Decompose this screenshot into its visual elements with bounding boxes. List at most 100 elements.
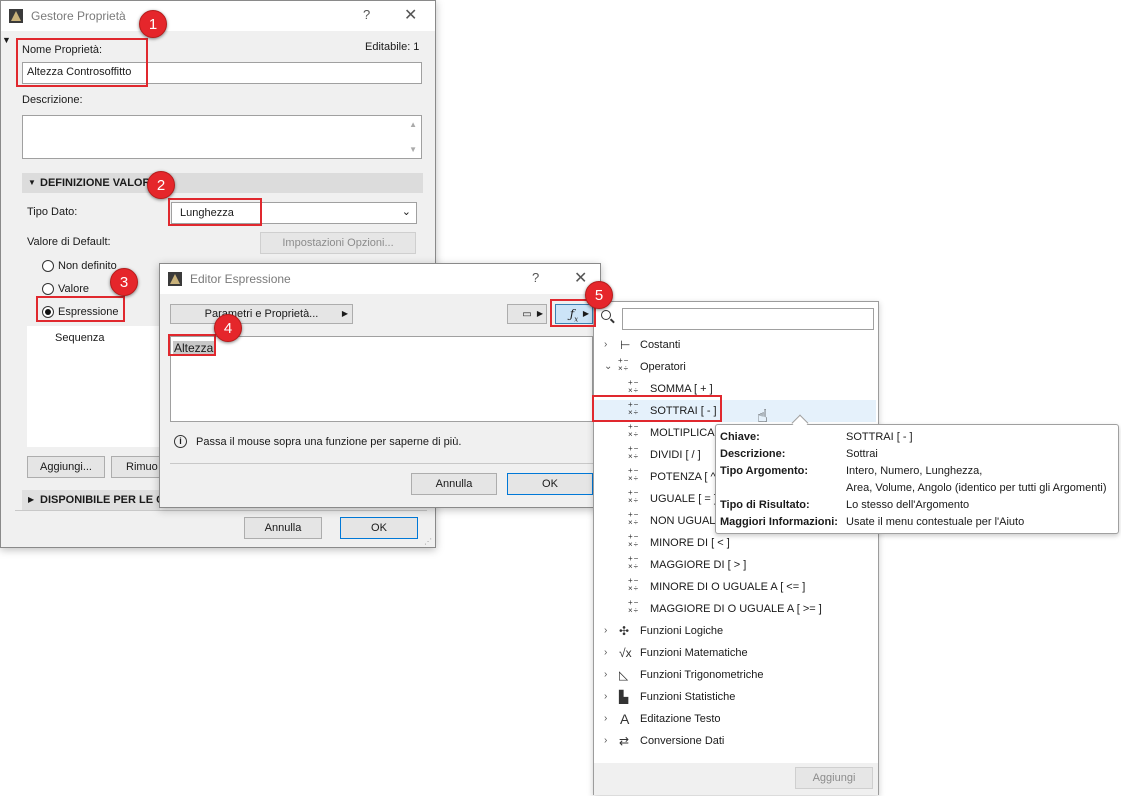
operator-item[interactable]: +− ×÷ MAGGIORE DI [ > ] xyxy=(594,554,876,576)
operator-label: POTENZA [ ^ xyxy=(650,471,716,483)
callout-box-3 xyxy=(36,296,125,322)
expand-triangle-icon: ▼ xyxy=(28,178,36,187)
operator-item[interactable]: +− ×÷ MINORE DI [ < ] xyxy=(594,532,876,554)
tooltip-key-label: Chiave: xyxy=(720,431,760,443)
callout-box-4 xyxy=(168,334,216,356)
expression-textarea[interactable]: Altezza xyxy=(170,336,593,422)
tree-group-math[interactable]: › √x Funzioni Matematiche xyxy=(594,642,876,664)
tooltip-more-value: Usate il menu contestuale per l'Aiuto xyxy=(846,516,1025,528)
chevron-right-icon: › xyxy=(604,713,608,724)
section-label: DEFINIZIONE VALORE xyxy=(40,177,158,189)
step-badge-4: 4 xyxy=(214,314,242,342)
remove-button[interactable]: Rimuo xyxy=(111,456,166,478)
radio-value-label: Valore xyxy=(58,283,89,295)
tree-group-text[interactable]: › A Editazione Testo xyxy=(594,708,876,730)
operator-icon: +− ×÷ xyxy=(628,510,640,527)
description-textarea[interactable]: ▲ ▼ xyxy=(22,115,422,159)
operator-icon: +− ×÷ xyxy=(628,598,640,615)
tree-group-label: Funzioni Logiche xyxy=(640,625,724,637)
operator-item[interactable]: +− ×÷ MINORE DI O UGUALE A [ <= ] xyxy=(594,576,876,598)
scroll-up-icon[interactable]: ▲ xyxy=(409,120,417,129)
tree-group-label: Conversione Dati xyxy=(640,735,725,747)
property-manager-titlebar: Gestore Proprietà ? ✕ xyxy=(1,1,435,31)
scroll-down-icon[interactable]: ▼ xyxy=(409,145,417,154)
add-function-button[interactable]: Aggiungi xyxy=(795,767,873,789)
data-type-label: Tipo Dato: xyxy=(27,206,78,218)
operator-label: DIVIDI [ / ] xyxy=(650,449,701,461)
triangle-right-icon: ▶ xyxy=(341,309,348,318)
operator-icon: +− ×÷ xyxy=(628,554,640,571)
tooltip-result-value: Lo stesso dell'Argomento xyxy=(846,499,970,511)
tooltip-more-label: Maggiori Informazioni: xyxy=(720,516,838,528)
operator-icon: +− ×÷ xyxy=(628,422,640,439)
callout-box-sottrai xyxy=(592,395,722,422)
chevron-right-icon: › xyxy=(604,647,608,658)
step-badge-3: 3 xyxy=(110,268,138,296)
section-value-definition[interactable]: ▼ DEFINIZIONE VALORE xyxy=(22,173,423,193)
tree-group-stats[interactable]: › ▙ Funzioni Statistiche xyxy=(594,686,876,708)
tooltip-desc-label: Descrizione: xyxy=(720,448,786,460)
close-icon[interactable]: ✕ xyxy=(404,5,417,25)
chevron-right-icon: › xyxy=(604,669,608,680)
square-root-icon: √x xyxy=(619,646,632,660)
radio-value[interactable] xyxy=(42,283,54,295)
triangle-ruler-icon: ◺ xyxy=(619,668,629,682)
callout-box-1 xyxy=(16,38,148,87)
list-item[interactable]: Sequenza xyxy=(55,332,105,344)
help-button[interactable]: ? xyxy=(532,270,539,285)
help-button[interactable]: ? xyxy=(363,7,370,22)
operator-label: MAGGIORE DI [ > ] xyxy=(650,559,747,571)
ruler-icon: ▭ xyxy=(522,309,532,320)
cancel-button[interactable]: Annulla xyxy=(411,473,497,495)
radio-undefined[interactable] xyxy=(42,260,54,272)
triangle-right-icon: ▶ xyxy=(536,309,543,318)
cancel-button[interactable]: Annulla xyxy=(244,517,322,539)
option-settings-button[interactable]: Impostazioni Opzioni... xyxy=(260,232,416,254)
chevron-right-icon: › xyxy=(604,691,608,702)
collapse-arrow-icon[interactable]: ▼ xyxy=(2,35,11,45)
tree-group-constants[interactable]: › ⊢ Costanti xyxy=(594,334,876,356)
tree-group-trig[interactable]: › ◺ Funzioni Trigonometriche xyxy=(594,664,876,686)
tree-group-conversion[interactable]: › ⇄ Conversione Dati xyxy=(594,730,876,752)
conversion-icon: ⇄ xyxy=(619,734,630,748)
window-title: Editor Espressione xyxy=(190,272,291,286)
collapsed-triangle-icon: ▶ xyxy=(28,495,35,504)
operator-label: MAGGIORE DI O UGUALE A [ >= ] xyxy=(650,603,822,615)
tree-group-label: Funzioni Matematiche xyxy=(640,647,748,659)
ok-button[interactable]: OK xyxy=(507,473,593,495)
expression-editor-window: Editor Espressione ? ✕ Parametri e Propr… xyxy=(159,263,601,508)
default-value-label: Valore di Default: xyxy=(27,236,111,248)
tree-group-operators[interactable]: ⌄ +− ×÷ Operatori xyxy=(594,356,876,378)
operator-icon: +− ×÷ xyxy=(628,576,640,593)
tree-group-label: Editazione Testo xyxy=(640,713,721,725)
expression-editor-titlebar: Editor Espressione ? ✕ xyxy=(160,264,600,294)
functions-panel: › ⊢ Costanti ⌄ +− ×÷ Operatori +− ×÷ SOMMA… xyxy=(593,301,879,795)
info-icon: i xyxy=(174,435,187,448)
parameters-properties-button[interactable]: Parametri e Proprietà... ▶ xyxy=(170,304,353,324)
close-icon[interactable]: ✕ xyxy=(574,268,587,288)
operator-label: NON UGUAL xyxy=(650,515,716,527)
units-button[interactable]: ▭ ▶ xyxy=(507,304,547,324)
archicad-icon xyxy=(9,9,23,23)
divider xyxy=(170,463,593,464)
description-label: Descrizione: xyxy=(22,94,83,106)
tooltip-arg-value-2: Area, Volume, Angolo (identico per tutti… xyxy=(846,482,1107,494)
tree-group-logical[interactable]: › ✣ Funzioni Logiche xyxy=(594,620,876,642)
operator-item[interactable]: +− ×÷ MAGGIORE DI O UGUALE A [ >= ] xyxy=(594,598,876,620)
radio-undefined-label: Non definito xyxy=(58,260,117,272)
add-button[interactable]: Aggiungi... xyxy=(27,456,105,478)
function-search-input[interactable] xyxy=(622,308,874,330)
section-available-for[interactable]: ▶ DISPONIBILE PER LE CL xyxy=(22,490,160,510)
chevron-right-icon: › xyxy=(604,625,608,636)
tree-group-label: Costanti xyxy=(640,339,681,351)
function-tooltip: Chiave: SOTTRAI [ - ] Descrizione: Sottr… xyxy=(715,424,1119,534)
ok-button[interactable]: OK xyxy=(340,517,418,539)
section-label: DISPONIBILE PER LE CL xyxy=(40,494,160,506)
window-title: Gestore Proprietà xyxy=(31,9,126,23)
expression-list: Sequenza xyxy=(27,326,162,447)
divider xyxy=(15,510,427,511)
tooltip-result-label: Tipo di Risultato: xyxy=(720,499,810,511)
callout-box-2 xyxy=(168,198,262,226)
resize-grip-icon[interactable]: ⋰ xyxy=(424,537,432,546)
info-text: Passa il mouse sopra una funzione per sa… xyxy=(196,436,462,448)
